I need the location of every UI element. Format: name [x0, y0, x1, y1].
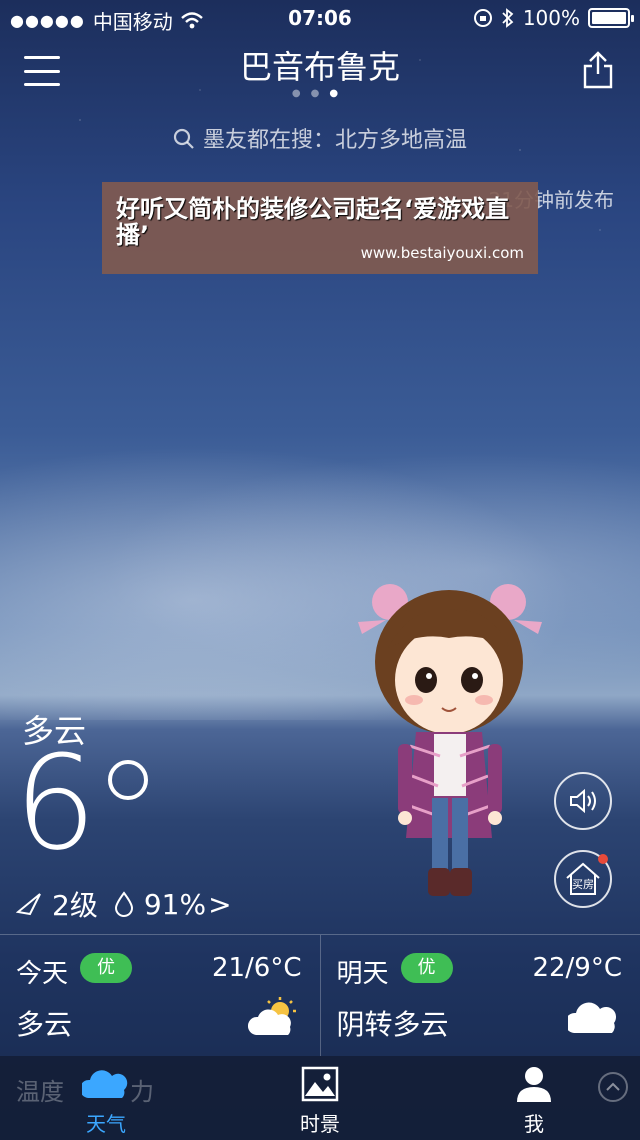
search-text: 墨友都在搜：北方多地高温 — [202, 128, 467, 153]
aqi-badge: 优 — [80, 953, 132, 983]
bluetooth-icon — [502, 8, 514, 28]
notification-dot — [598, 854, 608, 864]
status-bar: ●●●●● 中国移动 07:06 100% — [0, 0, 640, 36]
house-icon: 买房 — [566, 862, 600, 895]
degree-symbol — [108, 760, 148, 800]
speaker-icon — [570, 788, 596, 814]
temp-range: 22/9°C — [532, 953, 622, 983]
forecast-day: 明天 — [336, 959, 389, 989]
tab-me[interactable]: 我 — [484, 1064, 584, 1137]
current-temperature: 6 — [14, 727, 97, 879]
sun-cloud-icon — [247, 997, 296, 1035]
tab-label: 我 — [524, 1112, 544, 1136]
tab-weather[interactable]: 天气 — [56, 1064, 156, 1137]
tab-bar: 温度 力 天气 时景 我 — [0, 1056, 640, 1140]
forecast-condition: 阴转多云 — [336, 1008, 449, 1041]
battery-fill — [592, 12, 626, 24]
city-title[interactable]: 巴音布鲁克 — [0, 42, 640, 88]
forecast-tomorrow[interactable]: 明天 优 22/9°C 阴转多云 — [319, 935, 640, 1056]
forecast-panel: 今天 优 21/6°C 多云 明天 优 22/9°C 阴转多云 — [0, 934, 640, 1056]
humidity-value: 91% — [143, 887, 207, 921]
chevron-up-icon — [606, 1082, 620, 1091]
banner-title: 好听又简朴的装修公司起名‘爱游戏直播’ — [116, 195, 510, 249]
page-indicator: ●●● — [0, 88, 640, 99]
aqi-badge: 优 — [400, 953, 453, 983]
forecast-condition: 多云 — [16, 1008, 73, 1041]
collapse-up-button[interactable] — [598, 1072, 628, 1102]
page-dot: ● — [291, 88, 311, 99]
tab-label: 天气 — [86, 1112, 126, 1136]
tab-scene[interactable]: 时景 — [270, 1064, 370, 1137]
house-label: 买房 — [572, 878, 594, 891]
wind-humidity-row[interactable]: 2级 91% > — [16, 884, 232, 924]
person-icon — [517, 1067, 551, 1102]
forecast-day: 今天 — [16, 959, 69, 989]
ad-banner[interactable]: 好听又简朴的装修公司起名‘爱游戏直播’ www.bestaiyouxi.com — [102, 182, 538, 274]
humidity-icon — [114, 891, 133, 917]
status-right: 100% — [473, 6, 634, 30]
share-icon[interactable] — [582, 50, 614, 90]
buy-house-button[interactable]: 买房 — [554, 850, 612, 908]
cloud-icon — [82, 1070, 128, 1098]
battery-percentage: 100% — [522, 6, 580, 30]
rotation-lock-icon — [473, 9, 492, 27]
avatar-character[interactable] — [350, 576, 550, 906]
page-dot-active: ● — [329, 88, 349, 99]
wind-icon — [16, 893, 41, 916]
battery-icon — [588, 8, 634, 28]
tab-label: 时景 — [300, 1112, 340, 1136]
cloud-icon — [568, 1002, 616, 1033]
photo-icon — [301, 1066, 339, 1102]
voice-broadcast-button[interactable] — [554, 772, 612, 830]
temp-range: 21/6°C — [211, 953, 302, 983]
wind-level: 2级 — [52, 889, 98, 922]
banner-url: www.bestaiyouxi.com — [360, 244, 524, 262]
forecast-today[interactable]: 今天 优 21/6°C 多云 — [0, 935, 320, 1056]
search-icon — [173, 128, 194, 149]
humidity-arrow: > — [208, 887, 232, 921]
search-suggestion[interactable]: 墨友都在搜：北方多地高温 — [0, 122, 640, 154]
header: 巴音布鲁克 ●●● — [0, 40, 640, 100]
page-dot: ● — [310, 88, 330, 99]
